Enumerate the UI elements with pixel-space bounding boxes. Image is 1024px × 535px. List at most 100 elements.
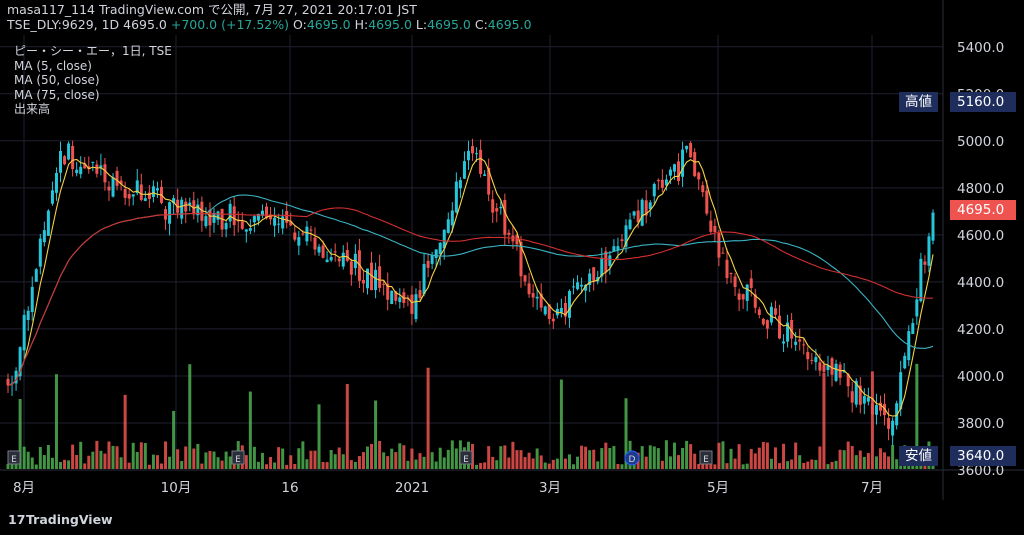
- volume-bar: [378, 441, 382, 469]
- volume-bar: [273, 462, 277, 469]
- candle-body: [75, 169, 79, 174]
- volume-bar: [6, 464, 10, 469]
- low-value: 4695.0: [427, 17, 471, 32]
- candle-body: [50, 190, 54, 204]
- legend-ma75[interactable]: MA (75, close): [14, 88, 172, 103]
- volume-bar: [725, 463, 729, 469]
- volume-bar: [50, 457, 54, 469]
- volume-bar: [588, 450, 592, 469]
- candle-body: [911, 323, 915, 334]
- volume-bar: [491, 456, 495, 469]
- volume-bar: [67, 460, 71, 469]
- volume-bar: [689, 444, 693, 469]
- volume-bar: [277, 447, 281, 469]
- volume-bar: [220, 460, 224, 469]
- volume-bar: [305, 459, 309, 469]
- volume-bar: [111, 445, 115, 469]
- volume-bar: [572, 464, 576, 469]
- legend-volume[interactable]: 出来高: [14, 102, 172, 117]
- candle-body: [931, 212, 935, 241]
- volume-bar: [139, 442, 143, 469]
- candle-body: [810, 359, 814, 361]
- volume-bar: [34, 464, 38, 469]
- candle-body: [232, 206, 236, 226]
- volume-bar: [75, 454, 79, 469]
- volume-bar: [870, 371, 874, 469]
- candle-body: [806, 352, 810, 360]
- candle-body: [830, 358, 834, 375]
- candle-body: [733, 276, 737, 287]
- volume-bar: [475, 464, 479, 469]
- volume-bar: [773, 447, 777, 469]
- volume-bar: [745, 463, 749, 469]
- volume-bar: [834, 460, 838, 469]
- candle-body: [95, 164, 99, 174]
- legend-ma5[interactable]: MA (5, close): [14, 59, 172, 74]
- volume-bar: [543, 462, 547, 469]
- volume-bar: [208, 450, 212, 469]
- candle-body: [422, 263, 426, 295]
- volume-bar: [317, 404, 321, 469]
- volume-bar: [151, 454, 155, 469]
- candle-body: [725, 259, 729, 279]
- candle-body: [709, 220, 713, 232]
- volume-bar: [79, 441, 83, 469]
- volume-bar: [281, 448, 285, 469]
- candle-body: [107, 186, 111, 191]
- candle-body: [689, 142, 693, 158]
- candle-body: [71, 145, 75, 170]
- volume-bar: [531, 458, 535, 469]
- candle-body: [426, 260, 430, 268]
- volume-bar: [668, 456, 672, 469]
- volume-bar: [164, 441, 168, 469]
- candle-body: [285, 211, 289, 223]
- candle-body: [180, 199, 184, 219]
- x-tick-label: 8月: [13, 480, 35, 496]
- candle-body: [434, 249, 438, 258]
- volume-bar: [143, 443, 147, 469]
- ma50-line: [7, 194, 934, 386]
- candle-body: [309, 229, 313, 231]
- volume-bar: [361, 452, 365, 469]
- chart-header: masa117_114 TradingView.com で公開, 7月 27, …: [7, 2, 532, 32]
- candle-body: [576, 282, 580, 290]
- volume-bar: [487, 446, 491, 469]
- candle-body: [458, 180, 462, 189]
- candle-body: [737, 293, 741, 300]
- candle-body: [572, 286, 576, 288]
- volume-bar: [479, 463, 483, 469]
- candle-body: [693, 152, 697, 177]
- candle-body: [620, 239, 624, 241]
- volume-bar: [131, 442, 135, 469]
- volume-bar: [874, 456, 878, 469]
- y-tick-label: 4400.0: [957, 275, 1004, 291]
- candle-body: [685, 145, 689, 150]
- candle-body: [22, 314, 26, 351]
- volume-bar: [826, 464, 830, 469]
- candle-body: [769, 306, 773, 323]
- candle-body: [301, 233, 305, 235]
- volume-bar: [200, 463, 204, 469]
- volume-bar: [297, 448, 301, 469]
- candle-body: [870, 404, 874, 415]
- candle-body: [34, 269, 38, 282]
- candle-body: [543, 306, 547, 315]
- volume-bar: [71, 444, 75, 469]
- candle-body: [38, 238, 42, 267]
- legend-title[interactable]: ピー・シー・エー，1日, TSE: [14, 44, 172, 59]
- tradingview-icon: 𝟭𝟳: [8, 512, 26, 527]
- candle-body: [277, 223, 281, 225]
- volume-bar: [846, 441, 850, 469]
- volume-bar: [402, 445, 406, 469]
- legend-ma50[interactable]: MA (50, close): [14, 73, 172, 88]
- candle-body: [228, 203, 232, 222]
- tradingview-logo[interactable]: 𝟭𝟳TradingView: [8, 512, 113, 527]
- y-tick-label: 3800.0: [957, 416, 1004, 432]
- volume-bar: [414, 459, 418, 469]
- volume-bar: [172, 410, 176, 469]
- volume-bar: [115, 446, 119, 469]
- candle-body: [656, 180, 660, 182]
- candle-body: [745, 284, 749, 301]
- candle-body: [151, 186, 155, 198]
- volume-bar: [495, 460, 499, 469]
